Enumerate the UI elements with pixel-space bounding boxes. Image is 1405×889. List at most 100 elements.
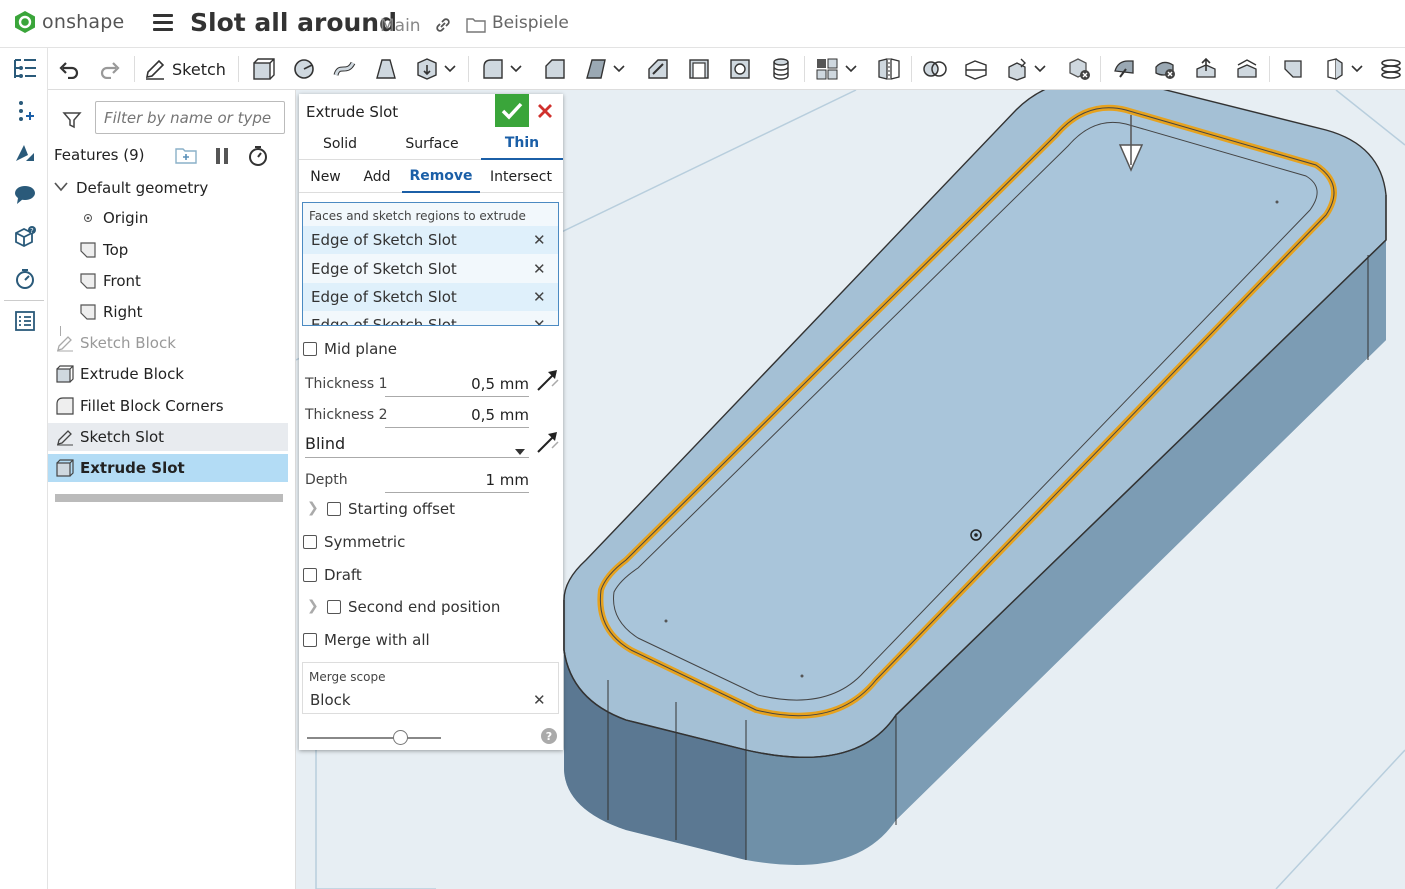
split-icon[interactable] (963, 56, 989, 82)
help-icon[interactable]: ? (541, 728, 557, 744)
mass-properties-icon[interactable]: ? (12, 224, 38, 250)
onshape-logo[interactable]: onshape (14, 10, 124, 34)
tree-item-sketch-slot[interactable]: Sketch Slot (48, 423, 288, 451)
comments-icon[interactable] (12, 182, 38, 208)
cancel-button[interactable] (533, 99, 557, 123)
chamfer-icon[interactable] (542, 56, 568, 82)
checkbox-box[interactable] (303, 535, 317, 549)
tree-item-origin[interactable]: Origin (48, 204, 288, 232)
depth-field[interactable]: Depth 1 mm (305, 467, 529, 493)
rebuild-timer-icon[interactable] (247, 145, 269, 171)
thicken-icon[interactable] (414, 56, 440, 82)
tab-solid[interactable]: Solid (299, 128, 381, 160)
plane-icon[interactable] (1280, 56, 1306, 82)
tab-intersect[interactable]: Intersect (485, 161, 557, 193)
tab-thin[interactable]: Thin (481, 128, 563, 160)
undo-icon[interactable] (56, 56, 82, 82)
chevron-down-icon[interactable] (612, 56, 626, 82)
history-timer-icon[interactable] (12, 266, 38, 292)
chevron-down-icon[interactable] (515, 441, 525, 459)
remove-selection-icon[interactable]: ✕ (533, 231, 546, 249)
end-type-select[interactable]: Blind (305, 431, 529, 458)
tab-remove[interactable]: Remove (402, 161, 480, 193)
remove-selection-icon[interactable]: ✕ (533, 316, 546, 325)
preview-slider-track[interactable] (307, 737, 441, 739)
starting-offset-checkbox[interactable]: Starting offset (327, 500, 455, 518)
boolean-icon[interactable] (922, 56, 948, 82)
merge-scope-list[interactable]: Merge scope Block ✕ (302, 662, 559, 714)
tree-item-sketch-block[interactable]: Sketch Block (48, 329, 288, 357)
chevron-down-icon[interactable] (443, 56, 457, 82)
thread-icon[interactable] (768, 56, 794, 82)
flip-direction-icon[interactable] (536, 368, 560, 396)
add-folder-icon[interactable] (174, 145, 198, 169)
draft-checkbox[interactable]: Draft (303, 566, 362, 584)
tree-item-front-plane[interactable]: Front (48, 267, 288, 295)
delete-face-icon[interactable] (1152, 56, 1178, 82)
render-appearance-icon[interactable] (12, 140, 38, 166)
revolve-icon[interactable] (291, 56, 317, 82)
draft-icon[interactable] (583, 56, 609, 82)
transform-icon[interactable] (1004, 56, 1030, 82)
link-icon[interactable] (434, 16, 452, 38)
checkbox-box[interactable] (303, 342, 317, 356)
checkbox-box[interactable] (303, 568, 317, 582)
selection-item[interactable]: Edge of Sketch Slot ✕ (303, 311, 558, 325)
mirror-icon[interactable] (876, 56, 902, 82)
flip-direction-icon[interactable] (536, 430, 560, 458)
redo-icon[interactable] (97, 56, 123, 82)
remove-selection-icon[interactable]: ✕ (533, 288, 546, 306)
replace-face-icon[interactable] (1234, 56, 1260, 82)
menu-icon[interactable] (153, 14, 173, 32)
pattern-icon[interactable] (814, 56, 840, 82)
sketch-button[interactable]: Sketch (144, 56, 226, 82)
checkbox-box[interactable] (303, 633, 317, 647)
field-value[interactable]: 0,5 mm (471, 375, 529, 393)
extrude-icon[interactable] (250, 56, 276, 82)
tree-item-fillet-block-corners[interactable]: Fillet Block Corners (48, 392, 288, 420)
feature-filter-input[interactable] (95, 101, 285, 134)
fillet-icon[interactable] (480, 56, 506, 82)
tree-item-right-plane[interactable]: Right (48, 298, 288, 326)
field-value[interactable]: 0,5 mm (471, 406, 529, 424)
rib-icon[interactable] (645, 56, 671, 82)
thickness1-field[interactable]: Thickness 1 0,5 mm (305, 371, 529, 397)
tab-new[interactable]: New (302, 161, 349, 193)
selection-list[interactable]: Faces and sketch regions to extrude Edge… (302, 202, 559, 326)
rollback-bar[interactable] (55, 494, 283, 502)
sweep-icon[interactable] (332, 56, 358, 82)
document-title[interactable]: Slot all around (190, 8, 397, 37)
symmetric-checkbox[interactable]: Symmetric (303, 533, 405, 551)
move-face-icon[interactable] (1193, 56, 1219, 82)
loft-icon[interactable] (373, 56, 399, 82)
hole-icon[interactable] (727, 56, 753, 82)
mid-plane-checkbox[interactable]: Mid plane (303, 340, 397, 358)
shell-icon[interactable] (686, 56, 712, 82)
tree-item-top-plane[interactable]: Top (48, 236, 288, 264)
delete-part-icon[interactable] (1066, 56, 1092, 82)
checklist-icon[interactable] (12, 308, 38, 334)
selection-item[interactable]: Edge of Sketch Slot ✕ (303, 283, 558, 311)
tab-add[interactable]: Add (355, 161, 399, 193)
chevron-down-icon[interactable] (509, 56, 523, 82)
chevron-down-icon[interactable] (54, 182, 68, 192)
merge-with-all-checkbox[interactable]: Merge with all (303, 631, 430, 649)
preview-slider-handle[interactable] (393, 730, 408, 745)
feature-list-icon[interactable] (12, 56, 38, 82)
chevron-down-icon[interactable] (1033, 56, 1047, 82)
pause-icon[interactable] (214, 147, 230, 169)
chevron-right-icon[interactable]: ❯ (307, 500, 319, 516)
tree-item-extrude-slot[interactable]: Extrude Slot (48, 454, 288, 482)
insert-part-icon[interactable] (12, 98, 38, 124)
field-value[interactable]: 1 mm (485, 471, 529, 489)
thickness2-field[interactable]: Thickness 2 0,5 mm (305, 402, 529, 428)
tree-item-extrude-block[interactable]: Extrude Block (48, 360, 288, 388)
chevron-right-icon[interactable]: ❯ (307, 598, 319, 614)
selection-item[interactable]: Edge of Sketch Slot ✕ (303, 226, 558, 254)
second-end-position-checkbox[interactable]: Second end position (327, 598, 500, 616)
tree-default-geometry[interactable]: Default geometry (48, 174, 288, 202)
workspace-name[interactable]: Main (380, 16, 421, 36)
accept-button[interactable] (495, 94, 529, 127)
selection-item[interactable]: Edge of Sketch Slot ✕ (303, 255, 558, 283)
filter-icon[interactable] (62, 110, 82, 134)
